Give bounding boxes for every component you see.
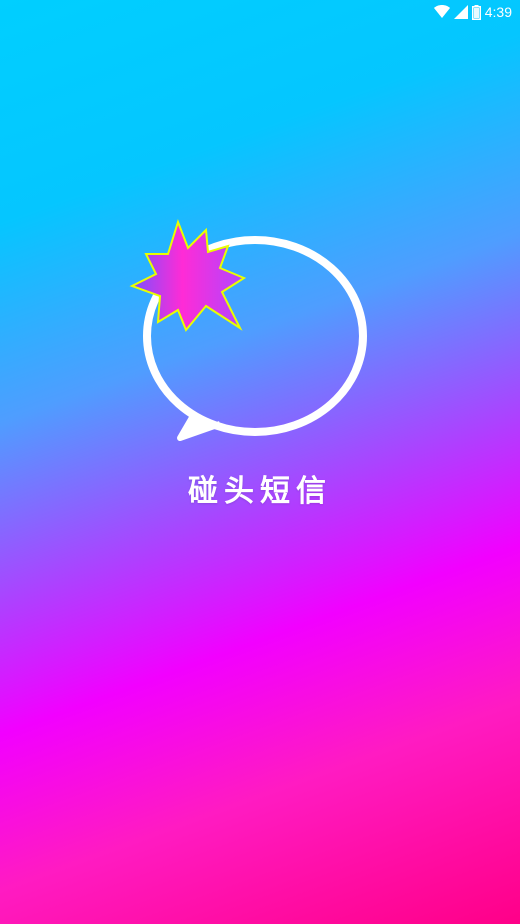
signal-icon [453,5,468,19]
app-title: 碰头短信 [188,474,332,509]
chat-bubble-tail [177,412,221,441]
chat-bubble-burst-icon [129,218,367,441]
splash-screen: 4:39 碰头短信 [0,0,520,924]
battery-icon [471,4,481,20]
status-time: 4:39 [484,4,512,20]
status-icons [433,4,481,20]
status-bar: 4:39 [0,0,520,24]
wifi-icon [433,5,450,18]
